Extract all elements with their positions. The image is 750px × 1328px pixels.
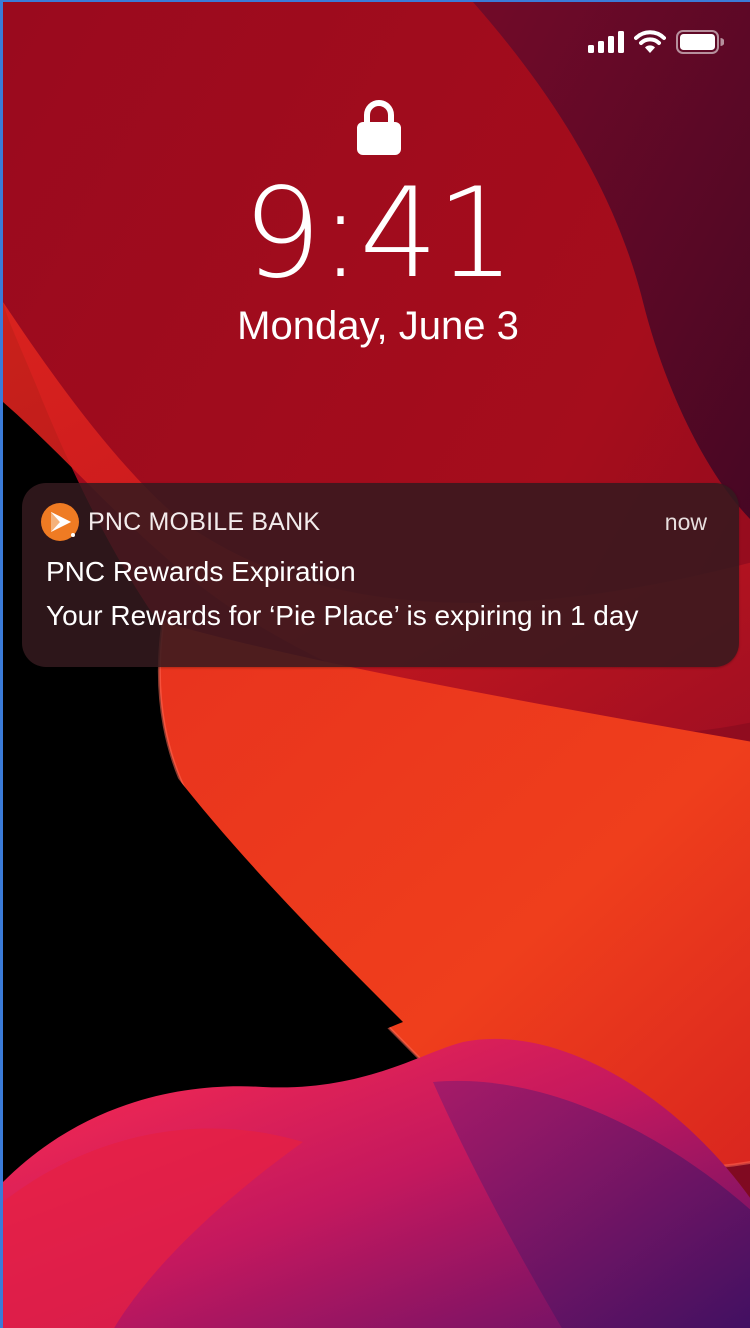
notification-card[interactable]: PNC MOBILE BANK now PNC Rewards Expirati… xyxy=(22,483,739,667)
wifi-icon xyxy=(634,30,666,53)
pnc-logo-icon xyxy=(41,503,79,541)
notification-app-name: PNC MOBILE BANK xyxy=(88,507,321,536)
notification-title: PNC Rewards Expiration xyxy=(46,556,356,587)
clock-time: 9:41 xyxy=(242,162,515,306)
lock-icon xyxy=(357,100,401,155)
notification-header: PNC MOBILE BANK now xyxy=(40,501,707,543)
battery-icon xyxy=(676,30,724,54)
status-bar xyxy=(588,30,724,54)
lock-screen: 9:41 Monday, June 3 PNC MOBILE BANK now … xyxy=(0,0,750,1328)
notification-body: Your Rewards for ‘Pie Place’ is expiring… xyxy=(46,600,639,631)
signal-icon xyxy=(588,31,624,53)
notification-timestamp: now xyxy=(664,508,707,535)
clock-date: Monday, June 3 xyxy=(237,304,519,348)
